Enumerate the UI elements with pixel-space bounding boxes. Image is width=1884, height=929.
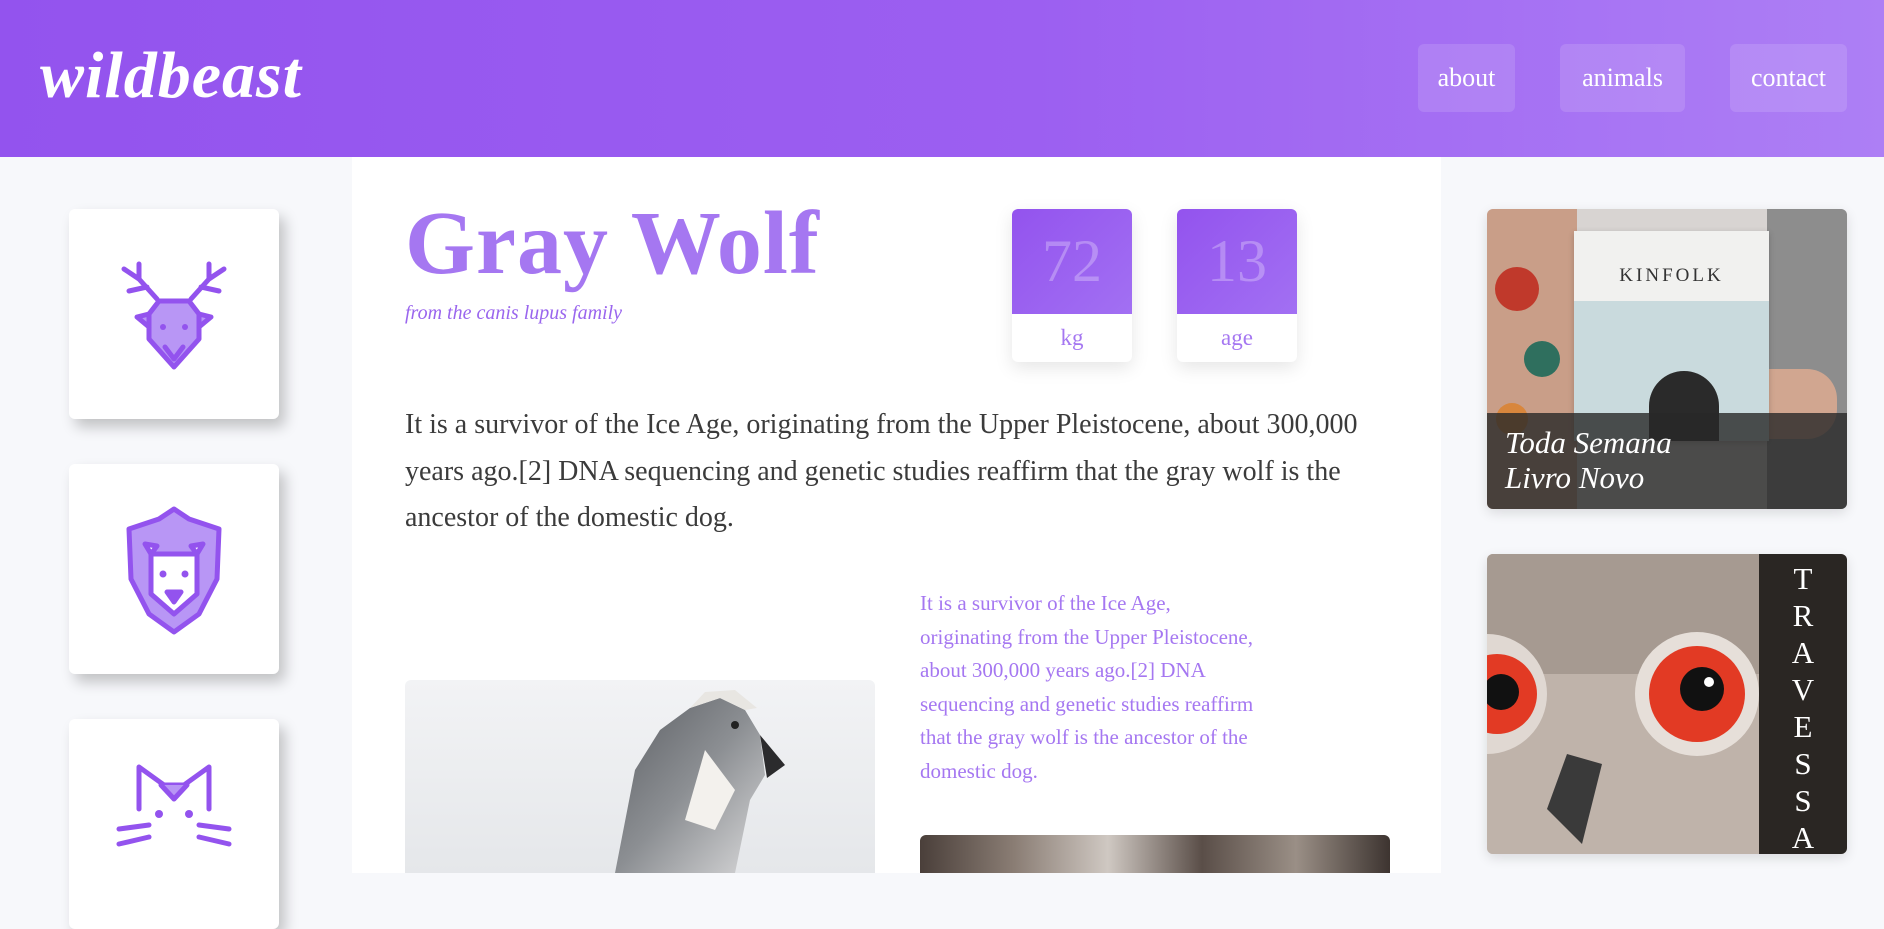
- promo-caption: Toda Semana Livro Novo: [1487, 413, 1847, 509]
- stat-weight-label: kg: [1060, 325, 1084, 350]
- kinfolk-magazine: KINFOLK: [1574, 231, 1769, 441]
- banner-letter: V: [1791, 672, 1815, 707]
- magazine-title: KINFOLK: [1619, 265, 1724, 286]
- page-subtitle: from the canis lupus family: [405, 302, 623, 324]
- banner-letter: A: [1791, 820, 1815, 854]
- book-promo-card[interactable]: KINFOLK Toda Semana Livro Novo: [1487, 209, 1847, 509]
- forest-photo: [920, 835, 1390, 873]
- banner-letter: S: [1794, 746, 1812, 781]
- page-title: Gray Wolf: [405, 194, 820, 293]
- vertical-banner: T R A V E S S A: [1759, 554, 1847, 854]
- banner-letter: E: [1793, 709, 1813, 744]
- deer-icon: [121, 261, 227, 370]
- banner-letter: R: [1792, 598, 1814, 633]
- cat-icon: [116, 764, 232, 847]
- nav-about-link[interactable]: about: [1418, 44, 1515, 112]
- owl-promo-card[interactable]: T R A V E S S A: [1487, 554, 1847, 854]
- side-description: It is a survivor of the Ice Age, origina…: [920, 591, 1254, 783]
- site-header: wildbeast about animals contact: [0, 0, 1884, 157]
- lion-card[interactable]: [69, 464, 279, 674]
- stat-weight: 72 kg: [1012, 209, 1132, 362]
- nav-animals-link[interactable]: animals: [1560, 44, 1685, 112]
- deer-card[interactable]: [69, 209, 279, 419]
- description-paragraph: It is a survivor of the Ice Age, origina…: [405, 409, 1358, 533]
- stat-weight-value: 72: [1012, 209, 1132, 314]
- banner-letter: T: [1793, 561, 1813, 596]
- stat-age-label: age: [1221, 325, 1253, 350]
- stat-age: 13 age: [1177, 209, 1297, 362]
- banner-letter: A: [1791, 635, 1815, 670]
- promo-caption-line1: Toda Semana: [1505, 425, 1672, 460]
- wolf-illustration: [615, 690, 785, 873]
- banner-letter: S: [1794, 783, 1812, 818]
- wolf-photo: [405, 680, 875, 873]
- lion-icon: [126, 506, 222, 635]
- nav-contact-link[interactable]: contact: [1730, 44, 1847, 112]
- owl-illustration: [1487, 554, 1759, 854]
- stat-age-value: 13: [1177, 209, 1297, 314]
- vertical-banner-text: T R A V E S S A: [1759, 560, 1847, 854]
- cat-card[interactable]: [69, 719, 279, 929]
- site-logo[interactable]: wildbeast: [40, 38, 302, 114]
- promo-caption-line2: Livro Novo: [1505, 460, 1645, 495]
